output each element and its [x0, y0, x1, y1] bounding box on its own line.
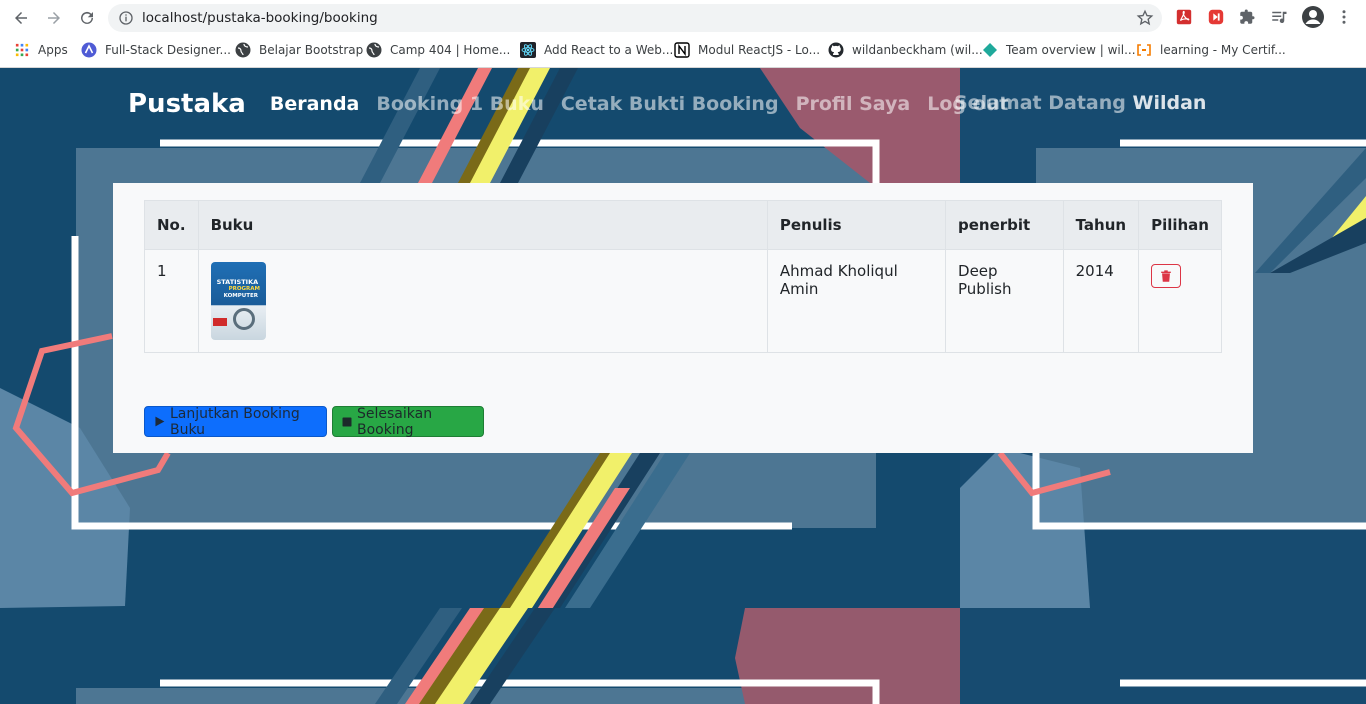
main-navbar: Pustaka Beranda Booking 1 Buku Cetak Buk…: [128, 82, 1025, 126]
react-icon: [520, 42, 536, 58]
bookmark-react[interactable]: Add React to a Web...: [520, 40, 673, 60]
col-header-tahun: Tahun: [1062, 200, 1140, 250]
play-icon: [153, 415, 166, 428]
browser-toolbar: localhost/pustaka-booking/booking: [0, 0, 1366, 35]
col-header-penerbit: penerbit: [945, 200, 1064, 250]
browser-chrome: localhost/pustaka-booking/booking Apps F…: [0, 0, 1366, 68]
cell-penulis: Ahmad Kholiqul Amin: [766, 249, 947, 353]
profile-avatar-icon[interactable]: [1301, 5, 1325, 29]
bookmark-camp404[interactable]: Camp 404 | Home...: [366, 40, 510, 60]
cell-no: 1: [144, 249, 199, 353]
globe-icon: [235, 42, 251, 58]
page-viewport: Pustaka Beranda Booking 1 Buku Cetak Buk…: [0, 68, 1366, 704]
trash-icon: [1161, 270, 1171, 282]
bookmark-team-overview[interactable]: Team overview | wil...: [982, 40, 1136, 60]
notion-icon: [674, 42, 690, 58]
nav-link-beranda[interactable]: Beranda: [270, 93, 360, 115]
bookmark-learning[interactable]: learning - My Certif...: [1136, 40, 1286, 60]
globe-icon: [366, 42, 382, 58]
nav-link-booking[interactable]: Booking 1 Buku: [376, 93, 543, 115]
nav-link-profil[interactable]: Profil Saya: [796, 93, 911, 115]
apps-grid-icon: [14, 42, 30, 58]
brand-logo[interactable]: Pustaka: [128, 89, 246, 119]
info-icon[interactable]: [118, 10, 134, 26]
table-header-row: No. Buku Penulis penerbit Tahun Pilihan: [144, 200, 1222, 250]
delete-button[interactable]: [1151, 264, 1182, 288]
forward-button[interactable]: [42, 6, 66, 30]
booking-table: No. Buku Penulis penerbit Tahun Pilihan …: [144, 200, 1222, 353]
stop-icon: [341, 416, 353, 428]
url-text: localhost/pustaka-booking/booking: [142, 10, 378, 26]
bookmark-site-icon: [81, 42, 97, 58]
col-header-pilihan: Pilihan: [1138, 200, 1222, 250]
cell-pilihan: [1138, 249, 1222, 353]
address-bar[interactable]: localhost/pustaka-booking/booking: [108, 4, 1162, 32]
col-header-buku: Buku: [197, 200, 768, 250]
table-row: 1 STATISTIKA PROGRAM KOMPUTER Ahmad Khol…: [144, 249, 1222, 353]
diamond-icon: [982, 42, 998, 58]
bookmarks-bar: Apps Full-Stack Designer... Belajar Boot…: [0, 36, 1366, 64]
bookmark-modul-react[interactable]: Modul ReactJS - Lo...: [674, 40, 820, 60]
col-header-no: No.: [144, 200, 199, 250]
pdf-extension-icon[interactable]: [1174, 7, 1194, 27]
reload-button[interactable]: [75, 6, 99, 30]
col-header-penulis: Penulis: [766, 200, 947, 250]
user-name: Wildan: [1132, 92, 1207, 114]
reading-list-icon[interactable]: [1269, 7, 1289, 27]
welcome-message: Selamat Datang Wildan: [954, 92, 1207, 114]
github-icon: [828, 42, 844, 58]
booking-card: No. Buku Penulis penerbit Tahun Pilihan …: [113, 183, 1253, 453]
nav-link-cetak-bukti[interactable]: Cetak Bukti Booking: [561, 93, 779, 115]
menu-kebab-icon[interactable]: [1334, 7, 1354, 27]
finish-booking-button[interactable]: Selesaikan Booking: [332, 406, 484, 438]
bookmark-github[interactable]: wildanbeckham (wil...: [828, 40, 983, 60]
bookmark-apps[interactable]: Apps: [14, 40, 68, 60]
continue-booking-button[interactable]: Lanjutkan Booking Buku: [144, 406, 327, 438]
bookmark-fullstack[interactable]: Full-Stack Designer...: [81, 40, 231, 60]
star-icon[interactable]: [1136, 9, 1154, 27]
back-button[interactable]: [9, 6, 33, 30]
cell-tahun: 2014: [1062, 249, 1140, 353]
bookmark-bootstrap[interactable]: Belajar Bootstrap: [235, 40, 363, 60]
reload-icon: [81, 11, 93, 24]
recorder-extension-icon[interactable]: [1206, 7, 1226, 27]
puzzle-icon[interactable]: [1237, 7, 1257, 27]
arrow-right-icon: [48, 12, 60, 24]
bracket-icon: [1136, 42, 1152, 58]
book-cover-image: STATISTIKA PROGRAM KOMPUTER: [210, 262, 266, 340]
cell-buku: STATISTIKA PROGRAM KOMPUTER: [197, 249, 768, 353]
arrow-left-icon: [15, 12, 27, 24]
cell-penerbit: Deep Publish: [945, 249, 1064, 353]
